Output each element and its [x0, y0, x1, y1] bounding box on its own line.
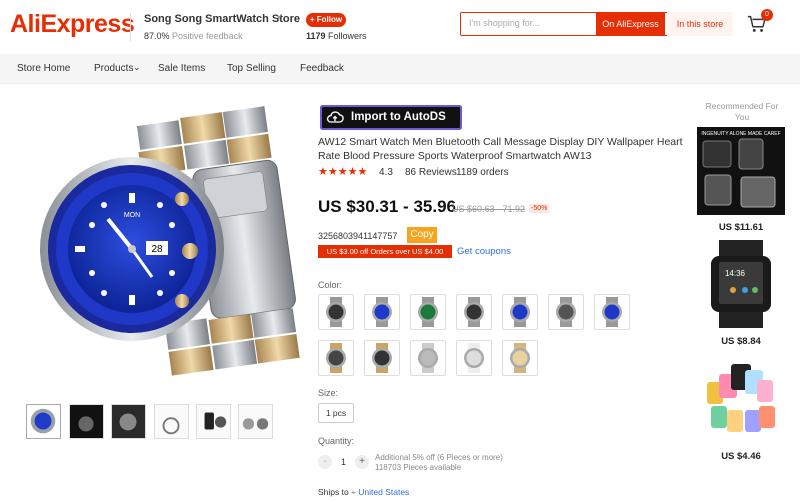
recommended-item-2-image[interactable]: 14:36	[697, 240, 785, 328]
store-caret-icon[interactable]: ▾	[277, 13, 281, 22]
import-to-autods-button[interactable]: Import to AutoDS	[320, 105, 462, 130]
color-swatch-6[interactable]	[548, 294, 584, 330]
color-swatch-3-image	[418, 297, 438, 327]
color-swatch-1-image	[326, 297, 346, 327]
header-divider	[130, 13, 131, 41]
color-swatch-4[interactable]	[456, 294, 492, 330]
product-price: US $30.31 - 35.96	[318, 197, 456, 216]
recommended-item-1-price[interactable]: US $11.61	[697, 222, 785, 233]
thumbnail-2[interactable]	[69, 404, 104, 439]
color-swatch-8[interactable]	[318, 340, 354, 376]
store-nav: Store Home Products ⌄ Sale Items Top Sel…	[0, 54, 800, 84]
color-swatch-9[interactable]	[364, 340, 400, 376]
nav-top-selling[interactable]: Top Selling	[227, 63, 276, 74]
coupon-banner: US $3.00 off Orders over US $4.00	[318, 245, 452, 258]
product-sku: 3256803941147757	[318, 231, 398, 241]
color-swatch-11-image	[464, 343, 484, 373]
quantity-note: Additional 5% off (6 Pieces or more) 118…	[375, 453, 503, 473]
color-swatch-6-image	[556, 297, 576, 327]
color-swatch-3[interactable]	[410, 294, 446, 330]
recommended-item-2-time: 14:36	[725, 269, 746, 278]
followers-label: Followers	[328, 31, 367, 41]
color-swatch-11[interactable]	[456, 340, 492, 376]
nav-products[interactable]: Products	[94, 63, 133, 74]
search-aliexpress-button[interactable]: On AliExpress	[596, 11, 665, 36]
color-swatch-5[interactable]	[502, 294, 538, 330]
color-swatch-4-image	[464, 297, 484, 327]
followers-count: 1179	[306, 31, 326, 41]
positive-feedback-label: Positive feedback	[172, 31, 243, 41]
color-swatch-10[interactable]	[410, 340, 446, 376]
store-header: AliExpress Song Song SmartWatch Store ▾ …	[0, 0, 800, 54]
search-input[interactable]: I'm shopping for...	[469, 18, 540, 28]
pieces-available: 118703 Pieces available	[375, 463, 462, 472]
size-option[interactable]: 1 pcs	[318, 403, 354, 423]
thumbnail-6[interactable]	[238, 404, 273, 439]
ships-to: Ships to ⌖ United States	[318, 487, 409, 498]
autods-label: Import to AutoDS	[351, 111, 446, 123]
color-swatch-12-image	[510, 343, 530, 373]
get-coupons-link[interactable]: Get coupons	[457, 246, 511, 257]
search-box: I'm shopping for... On AliExpress In thi…	[460, 11, 733, 36]
original-price: US $60.63 - 71.92	[452, 204, 526, 214]
recommended-item-1-image[interactable]: INGENUITY ALONE MADE CAREF	[697, 127, 785, 215]
rating-stars: ★★★★★	[318, 165, 370, 178]
color-label: Color:	[318, 280, 343, 290]
quantity-input[interactable]: 1	[341, 457, 346, 467]
rating-stars-glyphs: ★★★★★	[318, 166, 368, 178]
recommended-item-1-banner: INGENUITY ALONE MADE CAREF	[701, 131, 780, 137]
quantity-label: Quantity:	[318, 436, 355, 446]
color-swatch-5-image	[510, 297, 530, 327]
nav-sale-items[interactable]: Sale Items	[158, 63, 205, 74]
cloud-upload-icon	[326, 111, 344, 123]
thumbnail-5[interactable]	[196, 404, 231, 439]
svg-text:28: 28	[151, 244, 163, 255]
positive-feedback-pct: 87.0%	[144, 31, 170, 41]
color-swatch-2-image	[372, 297, 392, 327]
color-swatch-8-image	[326, 343, 346, 373]
reviews-link[interactable]: 86 Reviews	[405, 167, 457, 178]
color-swatch-2[interactable]	[364, 294, 400, 330]
rating-value: 4.3	[379, 167, 393, 178]
thumbnail-1[interactable]	[26, 404, 61, 439]
bulk-discount-note: Additional 5% off (6 Pieces or more)	[375, 453, 503, 462]
color-swatch-1[interactable]	[318, 294, 354, 330]
product-title: AW12 Smart Watch Men Bluetooth Call Mess…	[318, 136, 683, 162]
recommended-item-3-image[interactable]	[697, 356, 785, 444]
recommended-item-3-price[interactable]: US $4.46	[697, 451, 785, 462]
svg-text:MON: MON	[124, 212, 140, 219]
thumbnail-3[interactable]	[111, 404, 146, 439]
ships-to-label: Ships to	[318, 487, 349, 497]
recommended-title: Recommended For You	[705, 101, 779, 122]
color-swatch-10-image	[418, 343, 438, 373]
chevron-down-icon[interactable]: ⌄	[133, 62, 141, 73]
orders-count: 1189 orders	[456, 167, 509, 178]
product-main-image[interactable]: 28 MON	[32, 101, 300, 391]
ships-to-country[interactable]: United States	[358, 487, 409, 497]
quantity-decrement-button[interactable]: -	[318, 455, 332, 469]
color-swatch-7[interactable]	[594, 294, 630, 330]
aliexpress-logo[interactable]: AliExpress	[10, 10, 135, 39]
followers: 1179 Followers	[306, 31, 367, 41]
quantity-increment-button[interactable]: +	[355, 455, 369, 469]
location-pin-icon: ⌖	[351, 487, 356, 497]
cart-count-badge: 0	[761, 9, 773, 21]
recommended-item-2-price[interactable]: US $8.84	[697, 336, 785, 347]
nav-store-home[interactable]: Store Home	[17, 63, 70, 74]
thumbnail-4[interactable]	[154, 404, 189, 439]
search-store-button[interactable]: In this store	[667, 11, 733, 36]
discount-badge: -50%	[529, 204, 550, 213]
copy-button[interactable]: Copy	[407, 227, 437, 243]
follow-button[interactable]: + Follow	[306, 13, 346, 27]
color-swatch-9-image	[372, 343, 392, 373]
color-swatch-12[interactable]	[502, 340, 538, 376]
color-swatch-7-image	[602, 297, 622, 327]
nav-feedback[interactable]: Feedback	[300, 63, 344, 74]
size-label: Size:	[318, 388, 339, 398]
positive-feedback: 87.0% Positive feedback	[144, 31, 243, 41]
